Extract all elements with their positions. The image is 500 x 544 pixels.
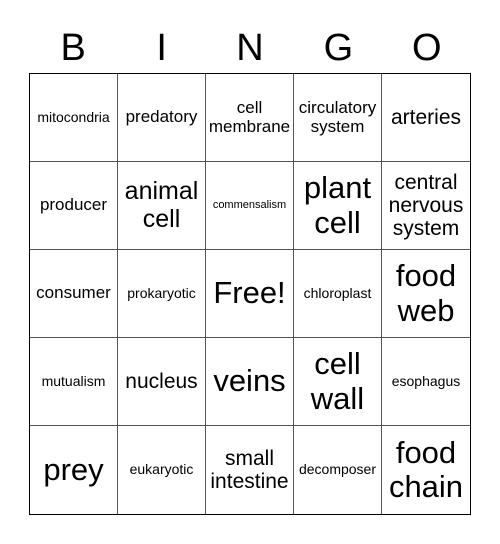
bingo-cell[interactable]: cell wall bbox=[294, 338, 382, 426]
bingo-cell-text: food web bbox=[395, 258, 457, 328]
bingo-cell[interactable]: commensalism bbox=[206, 162, 294, 250]
bingo-cell[interactable]: food chain bbox=[382, 426, 470, 514]
bingo-cell[interactable]: animal cell bbox=[118, 162, 206, 250]
bingo-cell[interactable]: small intestine bbox=[206, 426, 294, 514]
bingo-cell-text: predatory bbox=[125, 107, 198, 127]
header-letter-n: N bbox=[236, 27, 264, 69]
header-letter-i: I bbox=[156, 27, 167, 69]
bingo-cell-text: consumer bbox=[36, 283, 111, 303]
bingo-cell[interactable]: circulatory system bbox=[294, 74, 382, 162]
bingo-cell[interactable]: mitocondria bbox=[30, 74, 118, 162]
bingo-cell-text: chloroplast bbox=[303, 284, 372, 301]
bingo-cell-text: nucleus bbox=[125, 369, 198, 393]
bingo-cell[interactable]: consumer bbox=[30, 250, 118, 338]
bingo-cell[interactable]: producer bbox=[30, 162, 118, 250]
bingo-cell[interactable]: cell membrane bbox=[206, 74, 294, 162]
bingo-cell-text: prokaryotic bbox=[127, 284, 196, 301]
bingo-cell-text: eukaryotic bbox=[129, 461, 194, 478]
bingo-cell-text: small intestine bbox=[210, 446, 289, 493]
bingo-card-grid: mitocondria predatory cell membrane circula… bbox=[29, 73, 471, 515]
bingo-cell-text: arteries bbox=[390, 105, 462, 129]
bingo-cell-text: central nervous system bbox=[388, 170, 464, 241]
bingo-cell[interactable]: veins bbox=[206, 338, 294, 426]
bingo-cell-text: decomposer bbox=[298, 461, 377, 478]
bingo-cell[interactable]: mutualism bbox=[30, 338, 118, 426]
bingo-cell[interactable]: plant cell bbox=[294, 162, 382, 250]
bingo-cell[interactable]: predatory bbox=[118, 74, 206, 162]
header-letter-g: G bbox=[323, 27, 354, 69]
bingo-cell-text: prey bbox=[43, 451, 104, 487]
bingo-cell[interactable]: eukaryotic bbox=[118, 426, 206, 514]
bingo-cell[interactable]: arteries bbox=[382, 74, 470, 162]
bingo-cell-text: circulatory system bbox=[298, 97, 377, 136]
bingo-cell-text: veins bbox=[213, 363, 286, 399]
bingo-cell[interactable]: chloroplast bbox=[294, 250, 382, 338]
bingo-cell[interactable]: prey bbox=[30, 426, 118, 514]
bingo-cell-text: commensalism bbox=[212, 199, 287, 212]
bingo-cell-text: cell wall bbox=[310, 346, 365, 416]
bingo-cell[interactable]: nucleus bbox=[118, 338, 206, 426]
bingo-cell-text: Free! bbox=[213, 275, 286, 311]
header-letter-o: O bbox=[412, 27, 442, 69]
bingo-cell-text: cell membrane bbox=[208, 97, 291, 136]
bingo-cell[interactable]: food web bbox=[382, 250, 470, 338]
bingo-cell-text: mitocondria bbox=[37, 108, 110, 125]
bingo-cell[interactable]: prokaryotic bbox=[118, 250, 206, 338]
bingo-free-space[interactable]: Free! bbox=[206, 250, 294, 338]
bingo-cell-text: animal cell bbox=[124, 177, 199, 233]
bingo-cell-text: esophagus bbox=[391, 372, 461, 389]
bingo-cell[interactable]: esophagus bbox=[382, 338, 470, 426]
header-letter-b: B bbox=[60, 27, 86, 69]
bingo-header: B I N G O bbox=[29, 22, 471, 74]
bingo-cell-text: producer bbox=[39, 195, 108, 215]
bingo-cell-text: plant cell bbox=[303, 170, 372, 240]
bingo-cell-text: food chain bbox=[388, 434, 464, 504]
bingo-cell-text: mutualism bbox=[41, 372, 106, 389]
bingo-cell[interactable]: decomposer bbox=[294, 426, 382, 514]
bingo-cell[interactable]: central nervous system bbox=[382, 162, 470, 250]
